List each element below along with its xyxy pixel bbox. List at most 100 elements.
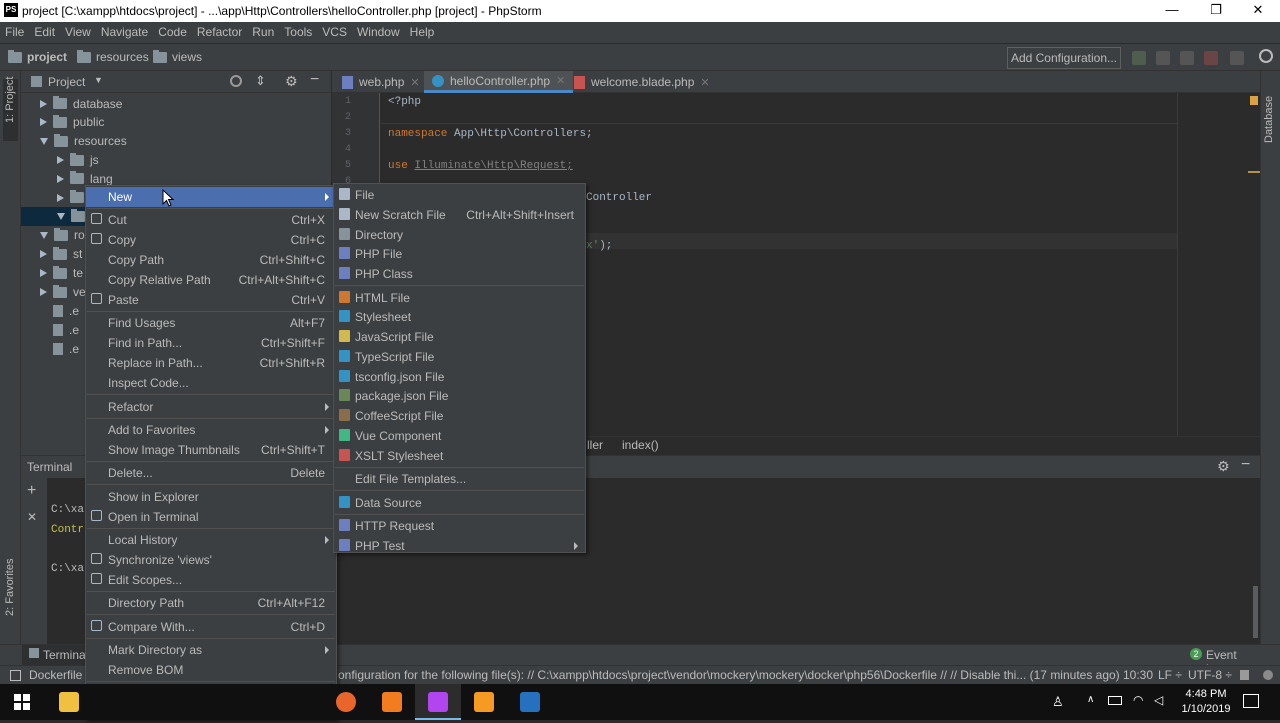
lock-icon[interactable] [1240, 670, 1249, 680]
project-panel-title[interactable]: Project [48, 75, 85, 89]
menu-view[interactable]: View [60, 22, 96, 39]
menu-item-edit-file-templates[interactable]: Edit File Templates... [334, 469, 585, 489]
close-session-button[interactable]: ✕ [27, 510, 37, 524]
menu-edit[interactable]: Edit [29, 22, 60, 39]
debug-icon[interactable] [1156, 51, 1170, 65]
menu-item-xslt-stylesheet[interactable]: XSLT Stylesheet [334, 446, 585, 466]
locate-icon[interactable] [230, 75, 242, 87]
menu-run[interactable]: Run [247, 22, 279, 39]
menu-code[interactable]: Code [153, 22, 192, 39]
menu-item-inspect-code[interactable]: Inspect Code... [86, 373, 336, 393]
menu-item-add-to-favorites[interactable]: Add to Favorites [86, 420, 336, 440]
menu-item-edit-scopes[interactable]: Edit Scopes... [86, 570, 336, 590]
tree-item[interactable]: te [40, 264, 83, 283]
tab-welcome-blade-php[interactable]: welcome.blade.php ✕ [566, 71, 718, 93]
menu-item-php-class[interactable]: PHP Class [334, 264, 585, 284]
system-clock[interactable]: 4:48 PM 1/10/2019 [1176, 687, 1236, 717]
xampp-icon[interactable] [369, 684, 415, 720]
notification-center-icon[interactable] [1243, 694, 1259, 708]
tab-hellocontroller-php[interactable]: helloController.php ✕ [424, 71, 574, 93]
hide-panel-icon[interactable]: − [1241, 456, 1250, 474]
menu-item-typescript-file[interactable]: TypeScript File [334, 347, 585, 367]
expand-arrow-icon[interactable] [40, 250, 47, 259]
expand-arrow-icon[interactable] [40, 99, 47, 108]
menu-item-show-image-thumbnails[interactable]: Show Image Thumbnails Ctrl+Shift+T [86, 440, 336, 460]
network-icon[interactable]: ◠ [1133, 693, 1143, 707]
menu-item-new-scratch-file[interactable]: New Scratch File Ctrl+Alt+Shift+Insert [334, 205, 585, 225]
phpstorm-icon[interactable] [415, 684, 461, 720]
event-log-button[interactable]: 2 Event Log [1188, 645, 1258, 676]
terminal-tool-button[interactable]: Terminal [22, 645, 88, 665]
tree-item[interactable]: ve [40, 283, 86, 302]
expand-arrow-icon[interactable] [40, 269, 47, 278]
inspector-icon[interactable] [1263, 670, 1273, 680]
menu-item-php-test[interactable]: PHP Test [334, 536, 585, 556]
menu-item-remove-bom[interactable]: Remove BOM [86, 660, 336, 680]
file-encoding[interactable]: UTF-8 ÷ [1188, 668, 1232, 682]
expand-arrow-icon[interactable] [40, 288, 47, 296]
file-explorer-icon[interactable] [46, 684, 92, 720]
database-tool-label[interactable]: Database [1263, 96, 1275, 143]
menu-item-http-request[interactable]: HTTP Request [334, 516, 585, 536]
maximize-button[interactable]: ❐ [1194, 0, 1238, 22]
menu-item-php-file[interactable]: PHP File [334, 244, 585, 264]
tool-window-toggle-icon[interactable] [10, 670, 21, 681]
terminal-scrollbar[interactable] [1253, 586, 1258, 638]
tab-web-php[interactable]: web.php ✕ [334, 71, 428, 93]
windows-start-icon[interactable] [0, 684, 46, 720]
profile-icon[interactable] [1204, 51, 1218, 65]
menu-refactor[interactable]: Refactor [192, 22, 247, 39]
menu-item-open-in-terminal[interactable]: Open in Terminal [86, 507, 336, 527]
tree-item[interactable]: resources [40, 132, 127, 151]
menu-item-file[interactable]: File [334, 185, 585, 205]
menu-item-find-in-path[interactable]: Find in Path... Ctrl+Shift+F [86, 333, 336, 353]
close-window-button[interactable]: ✕ [1236, 0, 1280, 22]
menu-item-paste[interactable]: Paste Ctrl+V [86, 290, 336, 310]
tree-item[interactable]: .e [40, 320, 79, 339]
stop-icon[interactable] [1230, 51, 1244, 65]
menu-item-find-usages[interactable]: Find Usages Alt+F7 [86, 313, 336, 333]
expand-arrow-icon[interactable] [57, 193, 64, 202]
menu-item-directory[interactable]: Directory [334, 225, 585, 245]
tree-item[interactable]: .e [40, 301, 79, 320]
add-configuration-button[interactable]: Add Configuration... [1007, 47, 1121, 69]
menu-item-compare-with[interactable]: Compare With... Ctrl+D [86, 617, 336, 637]
collapse-arrow-icon[interactable] [40, 231, 48, 239]
chevron-up-icon[interactable]: ∧ [1087, 694, 1094, 705]
tree-item[interactable]: public [40, 113, 104, 132]
expand-arrow-icon[interactable] [40, 118, 47, 127]
breadcrumb-views[interactable]: views [153, 49, 202, 64]
line-separator[interactable]: LF ÷ [1158, 668, 1182, 682]
battery-icon[interactable] [1108, 696, 1122, 705]
run-icon[interactable] [1132, 51, 1146, 65]
menu-item-synchronize-views[interactable]: Synchronize 'views' [86, 550, 336, 570]
warning-marker[interactable] [1248, 171, 1260, 173]
tree-item[interactable]: ro [40, 226, 85, 245]
warning-indicator-icon[interactable] [1250, 96, 1258, 105]
close-tab-icon[interactable]: ✕ [700, 76, 709, 89]
menu-help[interactable]: Help [405, 22, 440, 39]
minimize-button[interactable]: — [1150, 0, 1194, 22]
gear-icon[interactable]: ⚙ [285, 73, 298, 90]
collapse-all-icon[interactable]: ⇕ [255, 73, 266, 89]
firefox-icon[interactable] [323, 684, 369, 720]
expand-arrow-icon[interactable] [57, 156, 64, 165]
volume-icon[interactable]: ◁ [1154, 693, 1163, 707]
favorites-tool-label[interactable]: 2: Favorites [4, 559, 16, 616]
status-message[interactable]: onfiguration for the following file(s): … [338, 668, 1120, 682]
menu-item-directory-path[interactable]: Directory Path Ctrl+Alt+F12 [86, 593, 336, 613]
new-session-button[interactable]: + [27, 482, 36, 500]
menu-item-html-file[interactable]: HTML File [334, 288, 585, 308]
caret-position[interactable]: 10:30 [1123, 668, 1153, 682]
menu-item-new[interactable]: New [86, 187, 336, 207]
tree-item[interactable]: js [57, 151, 99, 170]
menu-item-replace-in-path[interactable]: Replace in Path... Ctrl+Shift+R [86, 353, 336, 373]
breadcrumb-class[interactable]: ller [587, 438, 603, 452]
menu-item-local-history[interactable]: Local History [86, 530, 336, 550]
menu-item-copy[interactable]: Copy Ctrl+C [86, 230, 336, 250]
menu-file[interactable]: File [0, 22, 29, 39]
gear-icon[interactable]: ⚙ [1217, 458, 1230, 475]
breadcrumb-method[interactable]: index() [622, 438, 659, 452]
tree-item[interactable]: st [40, 245, 82, 264]
menu-item-coffeescript-file[interactable]: CoffeeScript File [334, 406, 585, 426]
